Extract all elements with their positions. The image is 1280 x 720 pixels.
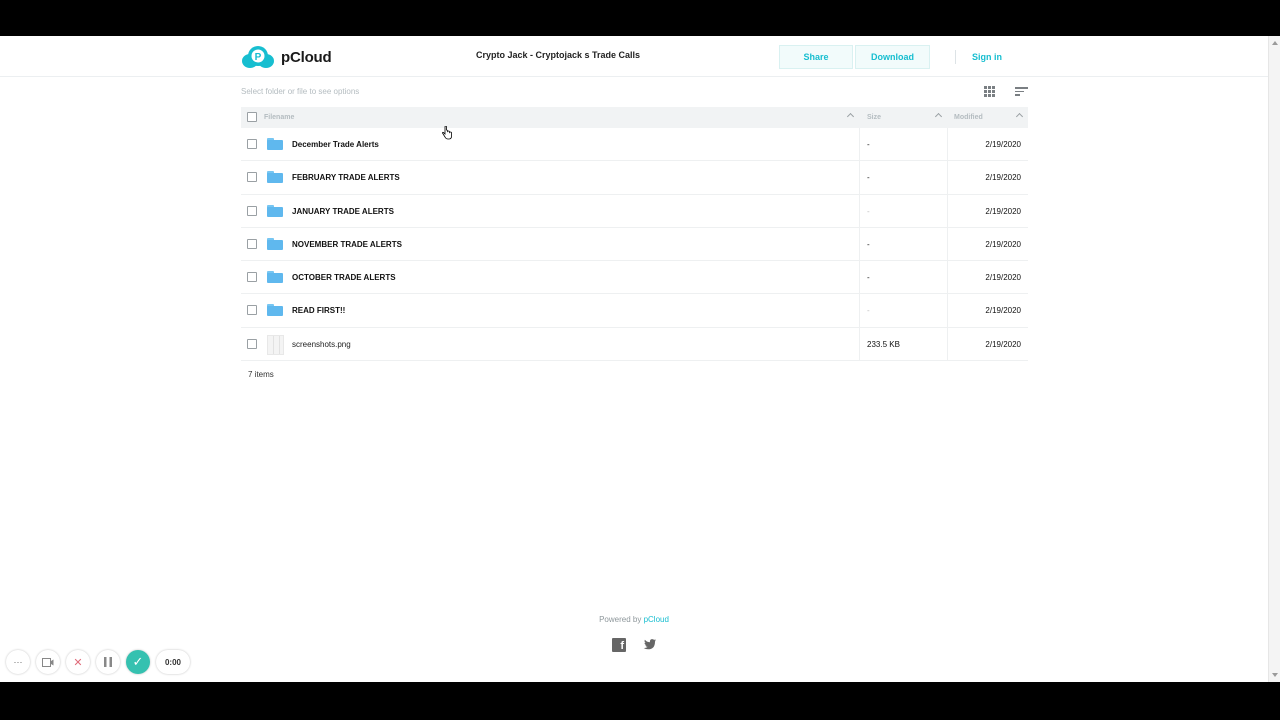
scroll-up-icon[interactable]	[1272, 41, 1278, 45]
table-row[interactable]: READ FIRST!! - 2/19/2020	[241, 294, 1028, 328]
powered-by: Powered by pCloud	[0, 615, 1268, 624]
table-row[interactable]: NOVEMBER TRADE ALERTS - 2/19/2020	[241, 227, 1028, 262]
grid-view-icon[interactable]	[984, 86, 996, 98]
pcloud-logo-icon: P	[242, 46, 274, 68]
header: P pCloud Crypto Jack - Cryptojack s Trad…	[0, 36, 1268, 77]
page-title: Crypto Jack - Cryptojack s Trade Calls	[475, 50, 641, 60]
table-row[interactable]: JANUARY TRADE ALERTS - 2/19/2020	[241, 194, 1028, 228]
file-name[interactable]: FEBRUARY TRADE ALERTS	[292, 173, 400, 182]
check-icon[interactable]: ✓	[126, 650, 150, 674]
pause-icon[interactable]	[96, 650, 120, 674]
file-name[interactable]: READ FIRST!!	[292, 306, 345, 315]
selection-hint: Select folder or file to see options	[241, 87, 360, 96]
file-size: 233.5 KB	[867, 339, 900, 349]
row-checkbox[interactable]	[247, 305, 257, 316]
svg-text:P: P	[255, 52, 262, 63]
facebook-icon[interactable]: f	[612, 638, 626, 652]
share-button[interactable]: Share	[779, 45, 853, 69]
sort-icon[interactable]	[1015, 87, 1028, 97]
file-size: -	[867, 206, 870, 216]
file-name[interactable]: NOVEMBER TRADE ALERTS	[292, 240, 402, 249]
file-size: -	[867, 273, 870, 283]
camera-icon[interactable]	[36, 650, 60, 674]
folder-icon	[267, 138, 283, 150]
table-row[interactable]: screenshots.png 233.5 KB 2/19/2020	[241, 327, 1028, 362]
folder-icon	[267, 271, 283, 284]
table-header: Filename Size Modified	[241, 107, 1028, 128]
chevron-up-icon[interactable]	[846, 112, 855, 121]
hand-cursor-icon	[442, 126, 452, 140]
file-modified: 2/19/2020	[985, 339, 1021, 349]
browser-viewport: P pCloud Crypto Jack - Cryptojack s Trad…	[0, 36, 1280, 682]
file-size: -	[867, 239, 870, 249]
select-all-checkbox[interactable]	[247, 112, 257, 122]
table-row[interactable]: FEBRUARY TRADE ALERTS - 2/19/2020	[241, 161, 1028, 195]
file-modified: 2/19/2020	[985, 239, 1021, 249]
chevron-up-icon[interactable]	[934, 112, 943, 121]
row-checkbox[interactable]	[247, 272, 257, 283]
file-name[interactable]: OCTOBER TRADE ALERTS	[292, 273, 396, 282]
logo-text: pCloud	[281, 48, 332, 66]
file-name[interactable]: screenshots.png	[292, 340, 351, 349]
pcloud-footer-link[interactable]: pCloud	[644, 615, 669, 624]
pcloud-logo[interactable]: P pCloud	[241, 45, 332, 69]
row-checkbox[interactable]	[247, 172, 257, 183]
file-modified: 2/19/2020	[985, 273, 1021, 283]
file-modified: 2/19/2020	[985, 206, 1021, 216]
close-icon[interactable]: ✕	[66, 650, 90, 674]
download-button[interactable]: Download	[855, 45, 930, 69]
file-size: -	[867, 306, 870, 316]
folder-icon	[267, 304, 283, 317]
folder-icon	[267, 237, 283, 250]
chevron-up-icon[interactable]	[1015, 112, 1024, 121]
powered-prefix: Powered by	[599, 615, 642, 624]
image-thumbnail-icon	[267, 334, 284, 355]
file-size: -	[867, 173, 870, 183]
file-name[interactable]: December Trade Alerts	[292, 140, 379, 149]
modified-column-header[interactable]: Modified	[954, 114, 983, 121]
row-checkbox[interactable]	[247, 338, 257, 349]
folder-icon	[267, 171, 283, 184]
scrollbar[interactable]	[1268, 36, 1280, 682]
row-checkbox[interactable]	[247, 139, 257, 149]
file-size: -	[867, 140, 870, 149]
twitter-icon[interactable]	[641, 638, 657, 652]
filename-column-header[interactable]: Filename	[264, 114, 294, 121]
file-modified: 2/19/2020	[985, 306, 1021, 316]
file-modified: 2/19/2020	[985, 140, 1021, 149]
recorder-toolbar: ··· ✕ ✓ 0:00	[6, 650, 190, 674]
file-table: Filename Size Modified December Trade Al…	[241, 107, 1028, 362]
row-checkbox[interactable]	[247, 238, 257, 249]
file-modified: 2/19/2020	[985, 173, 1021, 183]
folder-icon	[267, 204, 283, 217]
table-row[interactable]: OCTOBER TRADE ALERTS - 2/19/2020	[241, 261, 1028, 295]
size-column-header[interactable]: Size	[867, 114, 881, 121]
header-divider	[955, 50, 956, 64]
recording-timer: 0:00	[156, 650, 190, 674]
recorder-more-button[interactable]: ···	[6, 650, 30, 674]
scroll-down-icon[interactable]	[1272, 673, 1278, 677]
sign-in-link[interactable]: Sign in	[972, 52, 1002, 62]
row-checkbox[interactable]	[247, 205, 257, 216]
file-name[interactable]: JANUARY TRADE ALERTS	[292, 207, 394, 216]
table-row[interactable]: December Trade Alerts - 2/19/2020	[241, 128, 1028, 162]
item-count: 7 items	[248, 370, 274, 379]
